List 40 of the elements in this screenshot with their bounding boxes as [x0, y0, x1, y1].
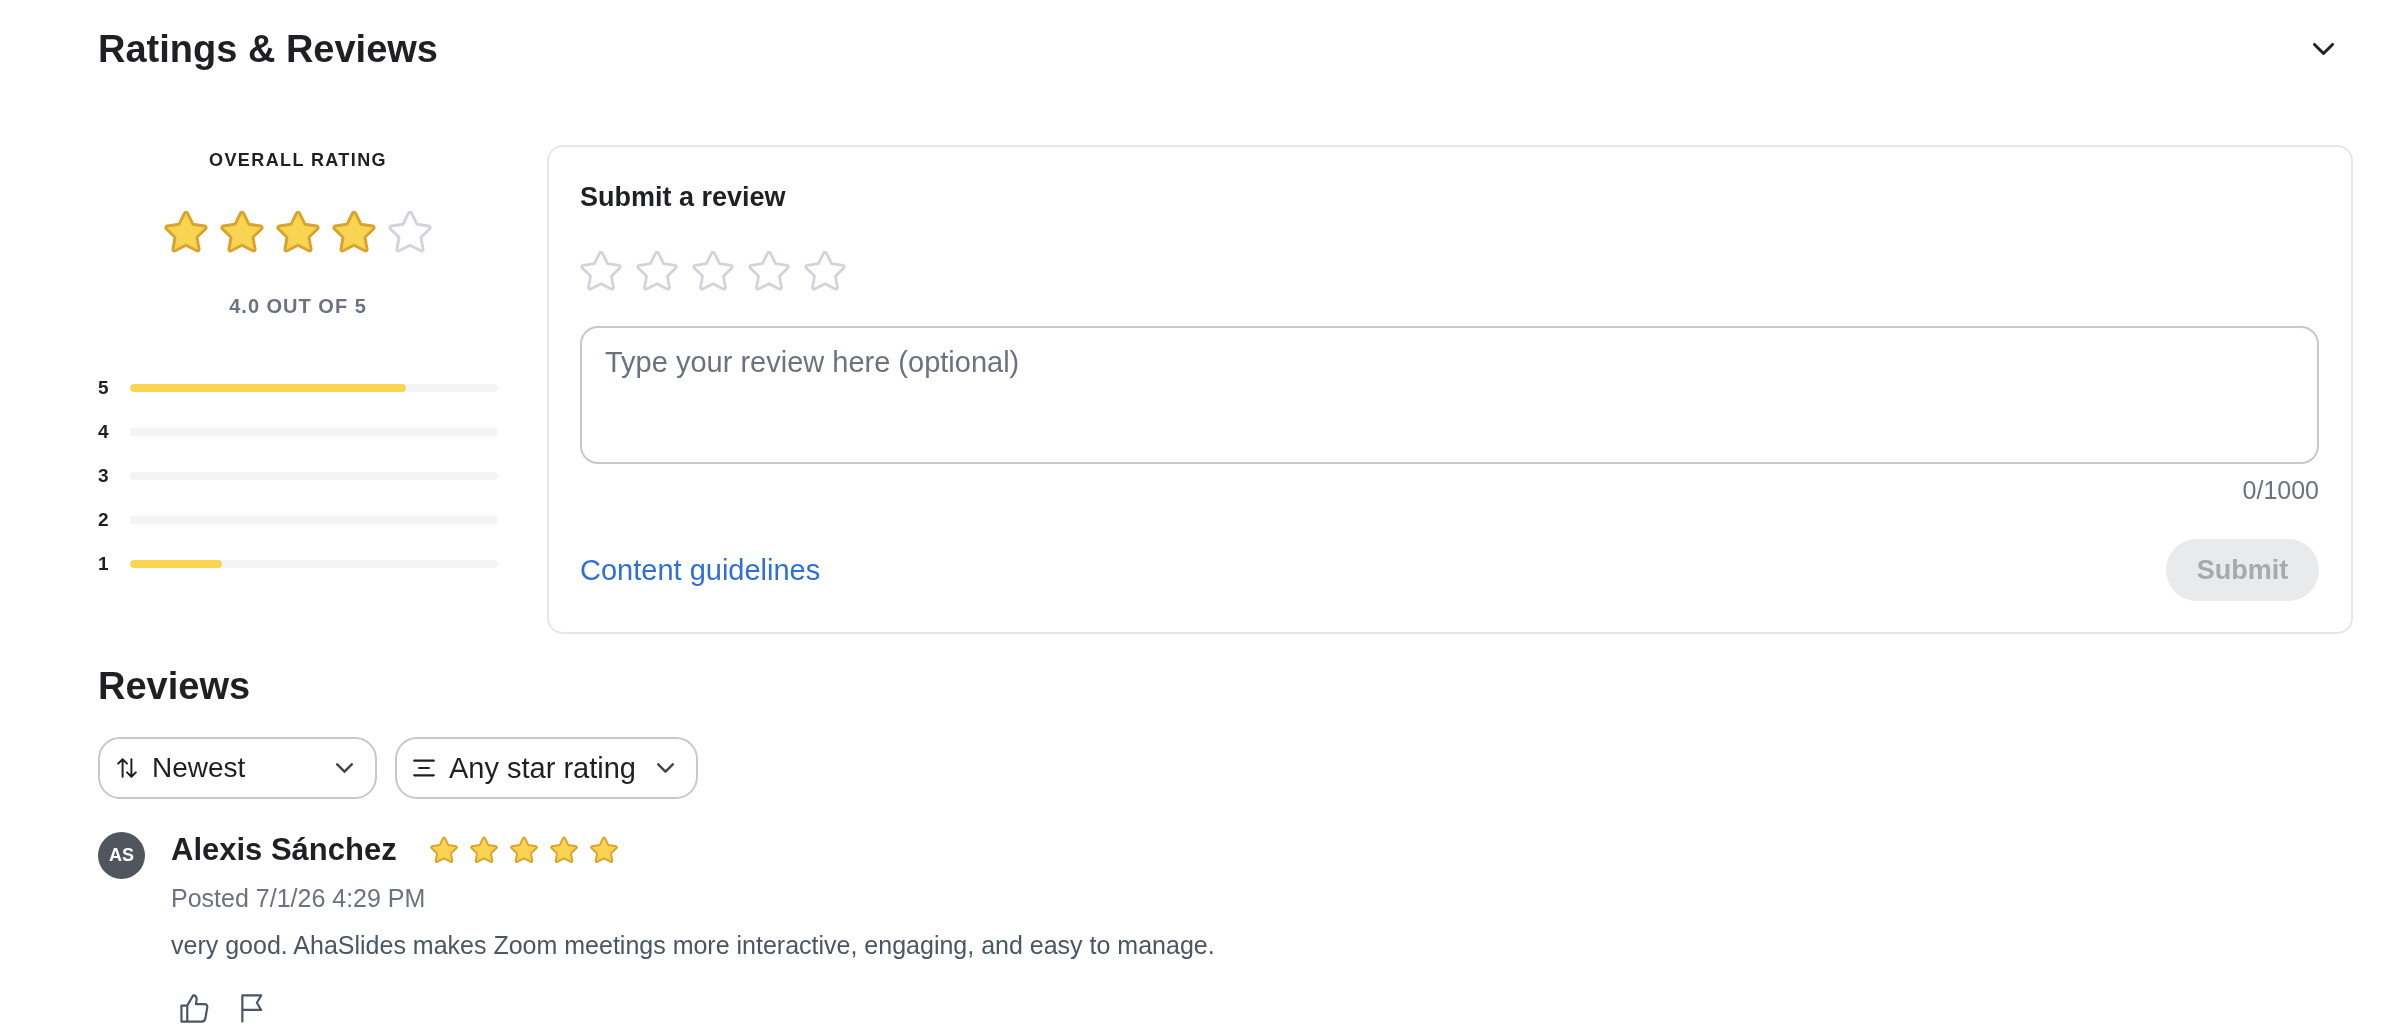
form-title: Submit a review	[580, 182, 786, 212]
star-outline-icon[interactable]	[692, 250, 734, 292]
star-outline-icon[interactable]	[804, 250, 846, 292]
content-guidelines-link[interactable]: Content guidelines	[580, 553, 821, 587]
star-icon	[509, 836, 538, 864]
star-level-label: 1	[98, 552, 110, 576]
chevron-down-icon	[336, 763, 353, 773]
star-level-label: 3	[98, 464, 110, 488]
star-level-label: 5	[98, 376, 110, 400]
star-icon	[429, 836, 458, 864]
chevron-down-icon	[657, 763, 674, 773]
star-outline-icon[interactable]	[636, 250, 678, 292]
review-text: very good. AhaSlides makes Zoom meetings more interactive, engaging, and easy to manage.	[171, 930, 1215, 960]
filter-lines-icon	[413, 758, 435, 778]
overall-rating-label: OVERALL RATING	[209, 149, 387, 172]
section-title: Ratings & Reviews	[98, 27, 438, 71]
reviews-heading: Reviews	[98, 664, 251, 708]
reviewer-name: Alexis Sánchez	[171, 832, 397, 868]
star-icon	[220, 210, 264, 254]
star-outline-icon	[388, 210, 432, 254]
posted-date: Posted 7/1/26 4:29 PM	[171, 883, 426, 913]
character-counter: 0/1000	[2242, 476, 2319, 504]
star-icon	[276, 210, 320, 254]
star-icon	[164, 210, 208, 254]
rating-score: 4.0 OUT OF 5	[229, 294, 367, 319]
star-outline-icon[interactable]	[580, 250, 622, 292]
chevron-down-icon[interactable]	[2313, 43, 2334, 55]
sort-icon	[116, 758, 138, 778]
thumbs-up-icon[interactable]	[180, 994, 209, 1023]
filter-dropdown[interactable]: Any star rating	[395, 737, 698, 799]
star-icon	[589, 836, 618, 864]
star-level-label: 4	[98, 420, 110, 444]
star-icon	[332, 210, 376, 254]
sort-dropdown[interactable]: Newest	[98, 737, 377, 799]
avatar: AS	[98, 832, 145, 879]
star-outline-icon[interactable]	[748, 250, 790, 292]
star-icon	[549, 836, 578, 864]
review-input[interactable]: Type your review here (optional)	[580, 326, 2319, 464]
star-level-label: 2	[98, 508, 110, 532]
star-icon	[469, 836, 498, 864]
